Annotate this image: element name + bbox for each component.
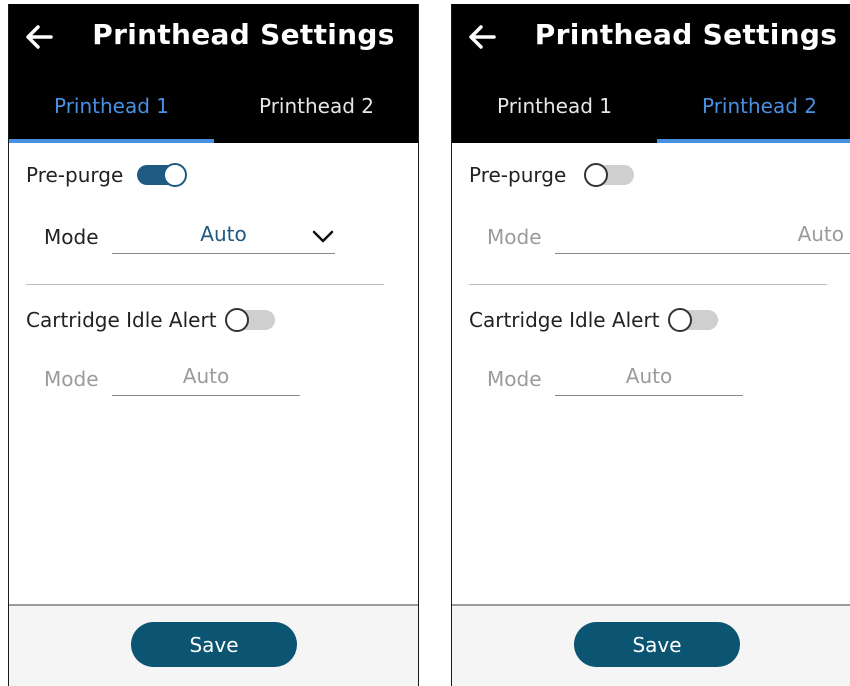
save-button[interactable]: Save [131, 622, 297, 667]
chevron-down-icon[interactable] [311, 224, 335, 248]
pre-purge-label: Pre-purge [469, 163, 567, 187]
toggle-knob [584, 163, 609, 187]
page-title: Printhead Settings [92, 18, 395, 51]
pre-purge-toggle[interactable] [584, 163, 635, 187]
idle-alert-mode-field: Auto [555, 362, 743, 396]
idle-alert-mode-label: Mode [44, 367, 99, 391]
tab-printhead-1[interactable]: Printhead 1 [9, 84, 214, 128]
tab-printhead-2[interactable]: Printhead 2 [657, 84, 850, 128]
header: Printhead Settings Printhead 1 Printhead… [452, 4, 850, 143]
back-button[interactable] [23, 20, 57, 54]
page-title: Printhead Settings [534, 18, 838, 51]
toggle-knob [667, 308, 692, 332]
idle-alert-mode-field: Auto [112, 362, 300, 396]
pre-purge-row: Pre-purge [26, 157, 188, 193]
tab-printhead-2[interactable]: Printhead 2 [214, 84, 419, 128]
pre-purge-row: Pre-purge [469, 157, 635, 193]
idle-alert-mode-value: Auto [625, 364, 673, 388]
pre-purge-mode-label: Mode [44, 225, 99, 249]
back-button[interactable] [466, 20, 500, 54]
section-divider [469, 284, 827, 285]
settings-content: Pre-purge Mode Auto Cartridge Idle Alert… [452, 143, 850, 604]
idle-alert-toggle[interactable] [667, 308, 718, 332]
idle-alert-mode-label: Mode [487, 367, 542, 391]
pre-purge-mode-value: Auto [200, 222, 247, 246]
pre-purge-mode-select[interactable]: Auto [112, 220, 335, 254]
footer: Save [9, 604, 418, 686]
pre-purge-label: Pre-purge [26, 163, 124, 187]
pre-purge-mode-field: Auto [555, 220, 850, 254]
tab-printhead-1[interactable]: Printhead 1 [452, 84, 657, 128]
settings-content: Pre-purge Mode Auto Cartridge Idle Alert… [9, 143, 418, 604]
pre-purge-mode-label: Mode [487, 225, 542, 249]
idle-alert-row: Cartridge Idle Alert [26, 302, 275, 338]
section-divider [26, 284, 384, 285]
idle-alert-toggle[interactable] [224, 308, 275, 332]
settings-screen-1: Printhead Settings Printhead 1 Printhead… [8, 4, 419, 686]
idle-alert-label: Cartridge Idle Alert [469, 308, 660, 332]
footer: Save [452, 604, 850, 686]
idle-alert-mode-value: Auto [182, 364, 230, 388]
save-button[interactable]: Save [574, 622, 740, 667]
toggle-knob [224, 308, 249, 332]
arrow-left-icon [26, 25, 53, 49]
idle-alert-row: Cartridge Idle Alert [469, 302, 718, 338]
toggle-knob [163, 163, 188, 187]
pre-purge-mode-value: Auto [797, 222, 844, 246]
header: Printhead Settings Printhead 1 Printhead… [9, 4, 418, 143]
pre-purge-toggle[interactable] [137, 163, 188, 187]
settings-screen-2: Printhead Settings Printhead 1 Printhead… [451, 4, 850, 686]
idle-alert-label: Cartridge Idle Alert [26, 308, 217, 332]
arrow-left-icon [469, 25, 496, 49]
